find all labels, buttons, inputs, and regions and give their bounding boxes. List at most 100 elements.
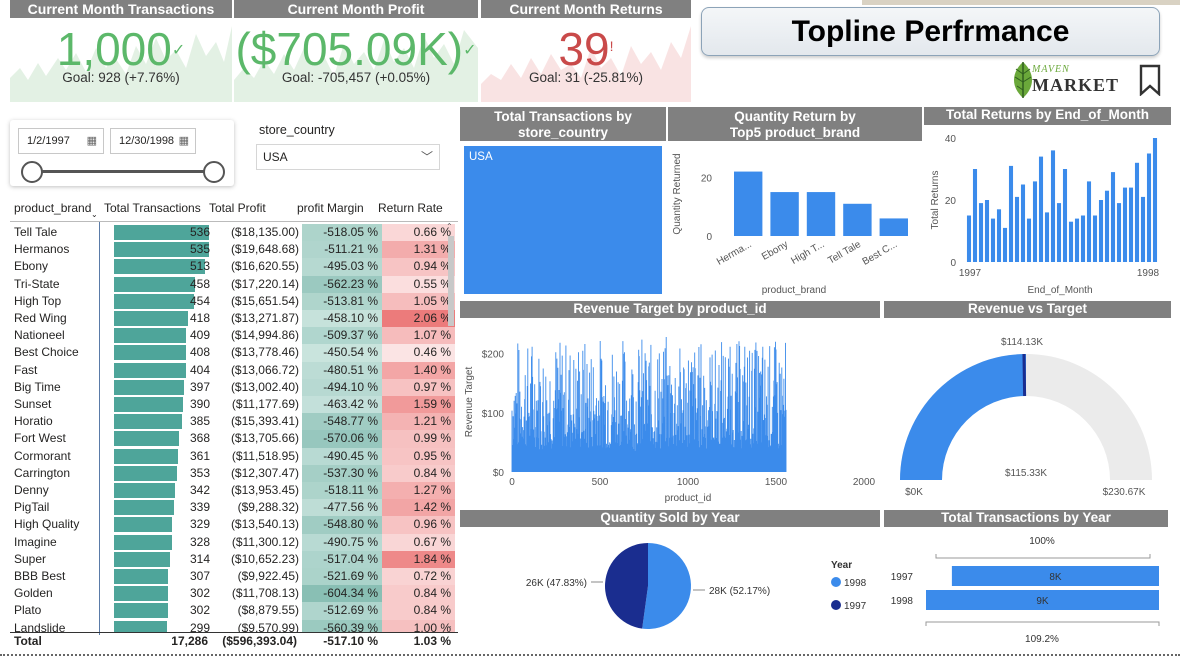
total-label: Total <box>14 634 42 648</box>
table-row[interactable]: Tell Tale 536 ($18,135.00) -518.05 % 0.66 % <box>10 224 455 242</box>
transactions-value: 339 <box>189 500 210 515</box>
table-row[interactable]: Red Wing 418 ($13,271.87) -458.10 % 2.06 % <box>10 310 455 328</box>
calendar-icon[interactable]: ▦ <box>179 129 189 153</box>
month-bar-12[interactable] <box>1038 156 1044 262</box>
month-bar-23[interactable] <box>1104 190 1110 262</box>
bar-0[interactable] <box>734 171 763 236</box>
month-bar-22[interactable] <box>1098 200 1104 262</box>
month-bar-30[interactable] <box>1146 153 1152 263</box>
month-bar-14[interactable] <box>1050 150 1056 262</box>
table-row[interactable]: Tri-State 458 ($17,220.14) -562.23 % 0.55 % <box>10 275 455 293</box>
col-header-return-rate[interactable]: Return Rate <box>378 200 443 217</box>
col-header-brand[interactable]: product_brand <box>14 200 91 217</box>
end-date-input[interactable]: 12/30/1998 ▦ <box>110 128 196 154</box>
month-bar-7[interactable] <box>1008 165 1014 262</box>
calendar-icon[interactable]: ▦ <box>87 129 97 153</box>
bar-2[interactable] <box>806 192 836 236</box>
y-axis-label: Quantity Returned <box>672 153 683 234</box>
bar-4[interactable] <box>879 218 908 236</box>
month-bar-28[interactable] <box>1134 162 1140 262</box>
date-slider-track[interactable] <box>32 170 214 173</box>
pie-slice-1998[interactable] <box>642 543 691 629</box>
table-row[interactable]: Sunset 390 ($11,177.69) -463.42 % 1.59 % <box>10 396 455 414</box>
table-row[interactable]: PigTail 339 ($9,288.32) -477.56 % 1.42 % <box>10 499 455 517</box>
table-row[interactable]: Horatio 385 ($15,393.41) -548.77 % 1.21 % <box>10 413 455 431</box>
table-row[interactable]: Cormorant 361 ($11,518.95) -490.45 % 0.95 % <box>10 447 455 465</box>
month-bar-8[interactable] <box>1014 196 1020 262</box>
cell-transactions: 328 <box>114 534 212 551</box>
bar-1[interactable] <box>770 192 799 236</box>
month-bar-2[interactable] <box>978 203 984 262</box>
table-row[interactable]: Imagine 328 ($11,300.12) -490.75 % 0.67 % <box>10 533 455 551</box>
month-bar-16[interactable] <box>1062 169 1068 262</box>
year-bar-value: 8K <box>1049 572 1062 583</box>
treemap-tile-usa[interactable]: USA <box>464 146 662 294</box>
date-slider-start-handle[interactable] <box>21 161 43 183</box>
cell-return-rate: 1.27 % <box>382 482 455 500</box>
month-bar-20[interactable] <box>1086 181 1092 262</box>
table-row[interactable]: Big Time 397 ($13,002.40) -494.10 % 0.97 % <box>10 378 455 396</box>
col-header-transactions[interactable]: Total Transactions <box>104 200 201 217</box>
month-bar-26[interactable] <box>1122 187 1128 262</box>
table-row[interactable]: High Top 454 ($15,651.54) -513.81 % 1.05 % <box>10 292 455 310</box>
month-bar-1[interactable] <box>972 169 978 262</box>
month-bar-6[interactable] <box>1002 227 1008 262</box>
gauge-fill[interactable] <box>900 354 1026 480</box>
date-slider-end-handle[interactable] <box>203 161 225 183</box>
table-row[interactable]: Fort West 368 ($13,705.66) -570.06 % 0.99 % <box>10 430 455 448</box>
month-bar-27[interactable] <box>1128 187 1134 262</box>
country-dropdown[interactable]: USA ﹀ <box>256 144 440 170</box>
revenue-bars[interactable] <box>511 337 787 472</box>
scroll-down-icon[interactable]: ⌄ <box>446 621 453 630</box>
month-bar-25[interactable] <box>1116 203 1122 262</box>
table-total-row: Total 17,286 ($596,393.04) -517.10 % 1.0… <box>10 632 458 650</box>
month-bar-3[interactable] <box>984 200 990 262</box>
table-row[interactable]: Nationeel 409 ($14,994.86) -509.37 % 1.07 % <box>10 327 455 345</box>
table-row[interactable]: Landslide 299 ($9,570.99) -560.39 % 1.00 % <box>10 619 455 632</box>
legend-dot-1998[interactable] <box>831 577 841 587</box>
scroll-up-icon[interactable]: ⌃ <box>446 222 453 231</box>
pie-slice-1997[interactable] <box>605 543 648 629</box>
month-bar-9[interactable] <box>1020 184 1026 263</box>
cell-brand: Denny <box>14 483 49 497</box>
table-row[interactable]: Golden 302 ($11,708.13) -604.34 % 0.84 % <box>10 585 455 603</box>
table-row[interactable]: BBB Best 307 ($9,922.45) -521.69 % 0.72 % <box>10 568 455 586</box>
month-bar-19[interactable] <box>1080 215 1086 263</box>
month-bar-13[interactable] <box>1044 212 1050 262</box>
month-bar-21[interactable] <box>1092 215 1098 263</box>
sort-caret-icon[interactable]: ⌄ <box>91 210 98 219</box>
month-bar-4[interactable] <box>990 218 996 262</box>
table-row[interactable]: Denny 342 ($13,953.45) -518.11 % 1.27 % <box>10 482 455 500</box>
start-date-input[interactable]: 1/2/1997 ▦ <box>18 128 104 154</box>
month-bar-5[interactable] <box>996 209 1002 262</box>
table-row[interactable]: Plato 302 ($8,879.55) -512.69 % 0.84 % <box>10 602 455 620</box>
legend-dot-1997[interactable] <box>831 600 841 610</box>
scrollbar-thumb[interactable] <box>448 236 454 326</box>
col-header-profit[interactable]: Total Profit <box>209 200 266 217</box>
month-bar-31[interactable] <box>1152 138 1158 262</box>
month-bar-0[interactable] <box>966 215 972 263</box>
table-row[interactable]: Carrington 353 ($12,307.47) -537.30 % 0.84 % <box>10 464 455 482</box>
month-bar-11[interactable] <box>1032 181 1038 262</box>
cell-return-rate: 0.84 % <box>382 464 455 482</box>
table-scrollbar[interactable]: ⌃ ⌄ <box>446 222 456 630</box>
bookmark-icon[interactable] <box>1138 64 1162 96</box>
table-row[interactable]: Fast 404 ($13,066.72) -480.51 % 1.40 % <box>10 361 455 379</box>
transactions-databar <box>114 448 178 464</box>
col-header-margin[interactable]: profit Margin <box>297 200 364 217</box>
month-bar-17[interactable] <box>1068 221 1074 262</box>
chevron-down-icon[interactable]: ﹀ <box>421 145 433 169</box>
month-bar-18[interactable] <box>1074 218 1080 262</box>
table-row[interactable]: Super 314 ($10,652.23) -517.04 % 1.84 % <box>10 550 455 568</box>
bar-3[interactable] <box>843 203 872 236</box>
table-row[interactable]: Hermanos 535 ($19,648.68) -511.21 % 1.31 % <box>10 241 455 259</box>
month-bar-29[interactable] <box>1140 196 1146 262</box>
table-row[interactable]: High Quality 329 ($13,540.13) -548.80 % 0.96… <box>10 516 455 534</box>
transactions-value: 307 <box>189 569 210 583</box>
cell-return-rate: 0.66 % <box>382 224 455 242</box>
table-row[interactable]: Ebony 513 ($16,620.55) -495.03 % 0.94 % <box>10 258 455 276</box>
month-bar-15[interactable] <box>1056 203 1062 262</box>
month-bar-24[interactable] <box>1110 172 1116 262</box>
month-bar-10[interactable] <box>1026 218 1032 262</box>
table-row[interactable]: Best Choice 408 ($13,778.46) -450.54 % 0.46 … <box>10 344 455 362</box>
